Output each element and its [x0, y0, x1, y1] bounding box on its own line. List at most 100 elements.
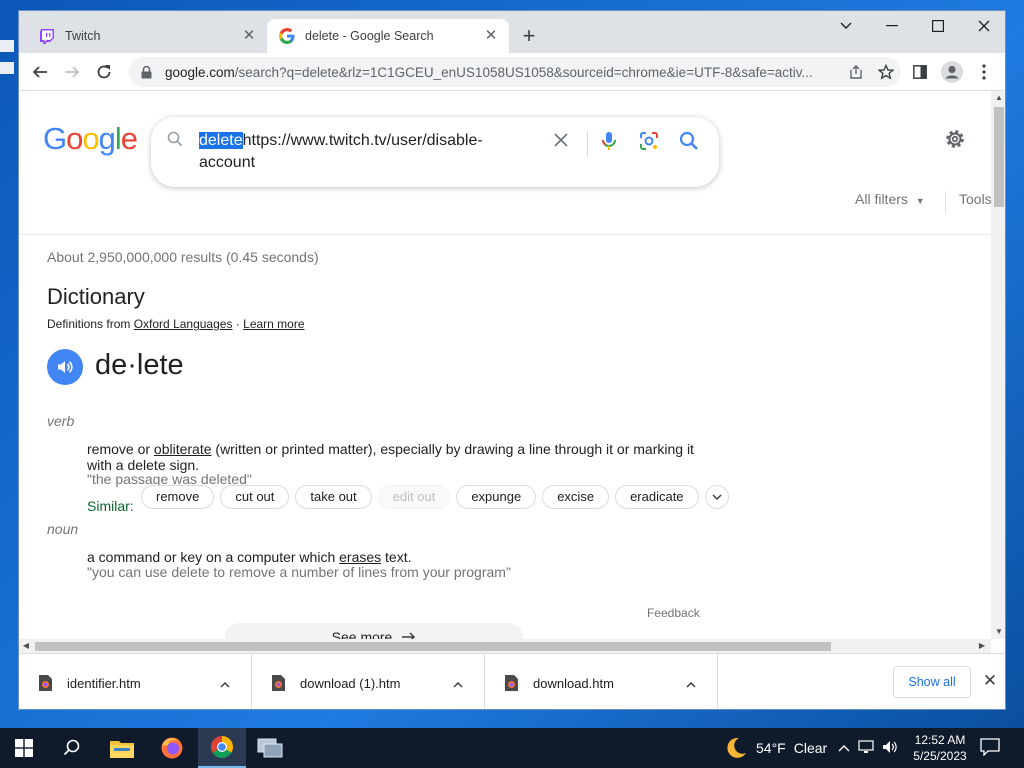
google-lens-icon[interactable]: [637, 129, 661, 153]
clear-search-icon[interactable]: [549, 129, 573, 153]
see-more-button[interactable]: See more: [225, 623, 523, 639]
def-text: remove or: [87, 441, 154, 457]
scrollbar-thumb[interactable]: [994, 107, 1004, 207]
search-icon[interactable]: [48, 728, 96, 768]
voice-search-icon[interactable]: [597, 129, 621, 153]
close-tab-icon[interactable]: ✕: [241, 28, 257, 44]
scroll-down-arrow-icon[interactable]: ▼: [991, 625, 1005, 639]
taskbar-clock[interactable]: 12:52 AM 5/25/2023: [908, 732, 972, 764]
tab-strip: Twitch ✕ delete - Google Search ✕ +: [19, 11, 1005, 53]
close-tab-icon[interactable]: ✕: [483, 28, 499, 44]
desktop-icon[interactable]: [0, 62, 14, 74]
minimize-icon[interactable]: [869, 11, 915, 41]
learn-more-link[interactable]: Learn more: [243, 317, 304, 331]
noun-example: "you can use delete to remove a number o…: [87, 564, 511, 580]
similar-chip[interactable]: eradicate: [615, 485, 699, 509]
scrollbar-thumb[interactable]: [35, 642, 831, 651]
reload-icon[interactable]: [89, 57, 119, 87]
header-divider: [19, 234, 991, 235]
settings-gear-icon[interactable]: [943, 127, 971, 155]
tab-google-search[interactable]: delete - Google Search ✕: [267, 19, 509, 53]
expand-chevron-icon[interactable]: [704, 485, 729, 509]
headword: de·lete: [95, 349, 184, 381]
oxford-languages-link[interactable]: Oxford Languages: [134, 317, 233, 331]
vertical-scrollbar[interactable]: ▲ ▼: [991, 91, 1005, 639]
profile-avatar-icon[interactable]: [937, 57, 967, 87]
google-logo[interactable]: Google: [43, 121, 138, 157]
google-search-icon[interactable]: [677, 129, 701, 153]
search-input[interactable]: deletehttps://www.twitch.tv/user/disable…: [199, 130, 529, 174]
chevron-up-icon[interactable]: [679, 676, 703, 691]
scroll-up-arrow-icon[interactable]: ▲: [991, 91, 1005, 105]
similar-words: remove cut out take out edit out expunge…: [141, 485, 729, 509]
def-text: a command or key on a computer which: [87, 549, 340, 565]
see-more-label: See more: [331, 629, 393, 639]
menu-kebab-icon[interactable]: [969, 57, 999, 87]
part-of-speech-verb: verb: [47, 413, 75, 429]
notification-center-icon[interactable]: [980, 738, 1002, 758]
source-separator: ·: [232, 317, 244, 331]
similar-chip[interactable]: expunge: [456, 485, 537, 509]
close-window-icon[interactable]: [961, 11, 1005, 41]
similar-label: Similar:: [87, 498, 134, 514]
weather-temp: 54°F: [756, 740, 786, 756]
similar-chip[interactable]: excise: [542, 485, 610, 509]
back-icon[interactable]: [25, 57, 55, 87]
tab-twitch[interactable]: Twitch ✕: [27, 19, 267, 53]
scroll-left-arrow-icon[interactable]: ◀: [19, 639, 33, 653]
moon-icon: [727, 737, 746, 758]
html-file-icon: [272, 675, 286, 691]
show-hidden-icons-icon[interactable]: [838, 741, 850, 755]
network-app-icon[interactable]: [246, 728, 294, 768]
all-filters-button[interactable]: All filters ▼: [855, 191, 925, 207]
network-icon[interactable]: [858, 739, 874, 757]
download-item[interactable]: identifier.htm: [19, 654, 252, 709]
chrome-window: Twitch ✕ delete - Google Search ✕ + goog…: [18, 10, 1006, 710]
similar-chip[interactable]: cut out: [220, 485, 290, 509]
all-filters-label: All filters: [855, 191, 908, 207]
similar-chip[interactable]: take out: [295, 485, 372, 509]
download-item[interactable]: download.htm: [485, 654, 718, 709]
address-bar[interactable]: google.com/search?q=delete&rlz=1C1GCEU_e…: [129, 57, 901, 87]
scroll-right-arrow-icon[interactable]: ▶: [975, 639, 989, 653]
url-host: google.com: [165, 64, 235, 80]
caret-down-icon: ▼: [915, 196, 925, 206]
bookmark-star-icon[interactable]: [871, 59, 901, 85]
html-file-icon: [39, 675, 53, 691]
source-prefix: Definitions from: [47, 317, 131, 331]
share-icon[interactable]: [841, 59, 871, 85]
dictionary-heading: Dictionary: [47, 284, 145, 309]
tools-button[interactable]: Tools: [959, 191, 991, 207]
windows-start-icon[interactable]: [0, 728, 48, 768]
download-item[interactable]: download (1).htm: [252, 654, 485, 709]
forward-icon[interactable]: [57, 57, 87, 87]
file-explorer-icon[interactable]: [98, 728, 146, 768]
show-all-downloads-button[interactable]: Show all: [893, 666, 971, 698]
maximize-icon[interactable]: [915, 11, 961, 41]
chevron-up-icon[interactable]: [446, 676, 470, 691]
new-tab-button[interactable]: +: [517, 25, 541, 49]
volume-icon[interactable]: [882, 740, 898, 757]
horizontal-scrollbar[interactable]: ◀ ▶: [19, 639, 991, 653]
erases-link[interactable]: erases: [339, 549, 381, 565]
chevron-up-icon[interactable]: [213, 676, 237, 691]
url-path: /search?q=delete&rlz=1C1GCEU_enUS1058US1…: [234, 64, 813, 80]
feedback-link[interactable]: Feedback: [647, 606, 700, 620]
pronunciation-speaker-icon[interactable]: [47, 349, 83, 385]
close-downloads-icon[interactable]: ✕: [979, 670, 1001, 692]
chrome-icon[interactable]: [198, 728, 246, 768]
firefox-icon[interactable]: [148, 728, 196, 768]
search-box[interactable]: deletehttps://www.twitch.tv/user/disable…: [151, 117, 719, 187]
clock-time: 12:52 AM: [914, 733, 966, 747]
filters-divider: [945, 191, 946, 213]
twitch-icon: [39, 28, 55, 44]
selected-query-text: delete: [199, 132, 243, 149]
lock-icon[interactable]: [141, 65, 155, 79]
desktop-icon[interactable]: [0, 40, 14, 52]
similar-chip[interactable]: remove: [141, 485, 215, 509]
weather-widget[interactable]: 54°F Clear: [724, 728, 827, 768]
similar-chip[interactable]: edit out: [377, 485, 451, 509]
tab-search-icon[interactable]: [823, 11, 869, 41]
obliterate-link[interactable]: obliterate: [154, 441, 212, 457]
side-panel-icon[interactable]: [905, 57, 935, 87]
